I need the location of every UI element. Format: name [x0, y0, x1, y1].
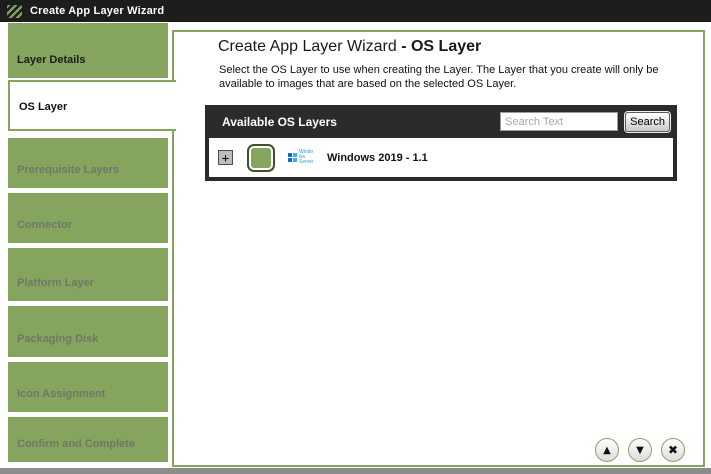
step-label: OS Layer — [19, 101, 67, 113]
step-tab-platform-layer: Platform Layer — [8, 248, 168, 301]
wizard-content-panel: Create App Layer Wizard - OS Layer Selec… — [172, 30, 705, 467]
available-os-layers-table: Available OS Layers Search + Windows Ser… — [205, 105, 677, 181]
page-title-step: - OS Layer — [401, 38, 481, 55]
step-label: Platform Layer — [17, 277, 94, 289]
search-input[interactable] — [500, 112, 618, 131]
page-title-prefix: Create App Layer Wizard — [218, 38, 401, 55]
step-label: Confirm and Complete — [17, 438, 135, 450]
next-step-button[interactable]: ▼ — [628, 438, 652, 462]
wizard-nav-buttons: ▲ ▼ ✖ — [595, 438, 685, 462]
step-label: Layer Details — [17, 54, 85, 66]
table-body: + Windows Server Windows 2019 - 1.1 — [209, 138, 673, 177]
step-description: Select the OS Layer to use when creating… — [219, 63, 669, 91]
step-tab-connector: Connector — [8, 193, 168, 243]
step-tab-packaging-disk: Packaging Disk — [8, 306, 168, 357]
close-icon: ✖ — [668, 443, 678, 457]
expand-row-button[interactable]: + — [218, 150, 233, 165]
cancel-wizard-button[interactable]: ✖ — [661, 438, 685, 462]
step-tab-os-layer[interactable]: OS Layer — [8, 80, 176, 131]
step-tab-prerequisite-layers: Prerequisite Layers — [8, 138, 168, 188]
create-app-layer-wizard-window: Create App Layer Wizard Layer Details OS… — [0, 0, 711, 474]
step-tab-confirm-and-complete: Confirm and Complete — [8, 417, 168, 462]
step-label: Prerequisite Layers — [17, 164, 119, 176]
step-label: Icon Assignment — [17, 388, 105, 400]
step-label: Connector — [17, 219, 72, 231]
previous-step-button[interactable]: ▲ — [595, 438, 619, 462]
page-title: Create App Layer Wizard - OS Layer — [218, 38, 481, 56]
arrow-up-icon: ▲ — [603, 445, 611, 456]
windows-server-logo-icon: Windows Server — [288, 150, 318, 165]
window-bottom-edge — [0, 468, 711, 474]
step-tab-icon-assignment: Icon Assignment — [8, 362, 168, 412]
windows-flag-icon — [288, 153, 297, 162]
step-tab-layer-details[interactable]: Layer Details — [8, 23, 168, 78]
table-title: Available OS Layers — [222, 115, 500, 129]
search-button[interactable]: Search — [625, 112, 670, 132]
arrow-down-icon: ▼ — [636, 445, 644, 456]
os-layer-row[interactable]: + Windows Server Windows 2019 - 1.1 — [209, 138, 673, 177]
wizard-steps-sidebar: Layer Details OS Layer Prerequisite Laye… — [0, 0, 176, 474]
os-layer-green-icon — [247, 144, 275, 172]
windows-server-logo-text: Windows Server — [299, 150, 315, 165]
os-layer-name: Windows 2019 - 1.1 — [327, 152, 428, 164]
table-header: Available OS Layers Search — [209, 105, 673, 138]
step-label: Packaging Disk — [17, 333, 98, 345]
